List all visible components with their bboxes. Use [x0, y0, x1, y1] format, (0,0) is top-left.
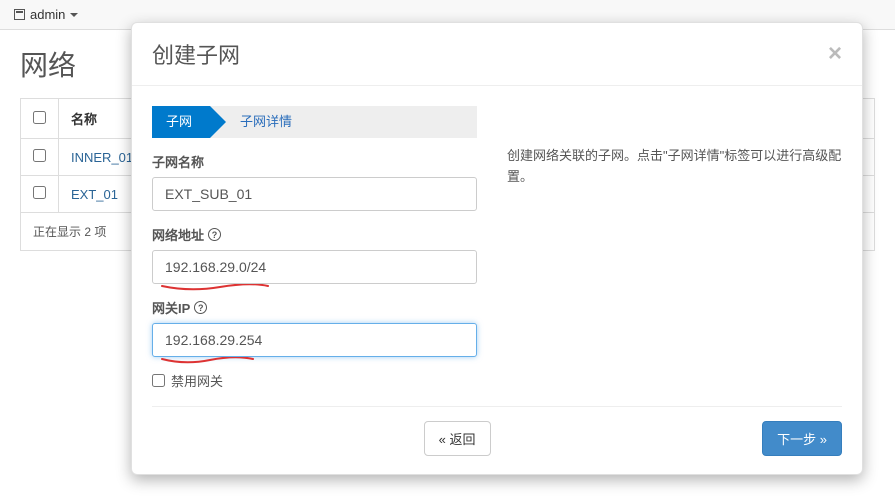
help-icon[interactable]: ? [208, 228, 221, 241]
create-subnet-modal: 创建子网 × 子网 子网详情 子网名称 网络地址 ? [131, 22, 863, 475]
disable-gateway-label[interactable]: 禁用网关 [171, 371, 223, 390]
close-icon[interactable]: × [828, 42, 842, 66]
label-text: 子网名称 [152, 152, 204, 171]
subnet-name-group: 子网名称 [152, 152, 477, 211]
back-button[interactable]: « 返回 [424, 421, 491, 456]
cidr-label: 网络地址 ? [152, 225, 477, 244]
label-text: 网络地址 [152, 225, 204, 244]
gateway-label: 网关IP ? [152, 298, 477, 317]
project-name: admin [30, 7, 65, 22]
gateway-group: 网关IP ? [152, 298, 477, 357]
cidr-group: 网络地址 ? [152, 225, 477, 284]
help-column: 创建网络关联的子网。点击"子网详情"标签可以进行高级配置。 [507, 106, 842, 390]
help-icon[interactable]: ? [194, 301, 207, 314]
label-text: 网关IP [152, 298, 190, 317]
gateway-input[interactable] [152, 323, 477, 357]
project-selector[interactable]: admin [14, 7, 78, 22]
next-button[interactable]: 下一步 » [762, 421, 842, 456]
modal-body: 子网 子网详情 子网名称 网络地址 ? [132, 86, 862, 400]
select-all-checkbox[interactable] [33, 111, 46, 124]
cidr-input[interactable] [152, 250, 477, 284]
modal-header: 创建子网 × [132, 23, 862, 86]
form-column: 子网 子网详情 子网名称 网络地址 ? [152, 106, 477, 390]
caret-down-icon [70, 13, 78, 17]
modal-title: 创建子网 [152, 38, 240, 70]
subnet-name-input[interactable] [152, 177, 477, 211]
row-checkbox[interactable] [33, 149, 46, 162]
project-icon [14, 9, 25, 20]
network-link[interactable]: EXT_01 [71, 187, 118, 202]
network-link[interactable]: INNER_01 [71, 150, 133, 165]
select-all-cell [21, 99, 59, 139]
wizard-steps: 子网 子网详情 [152, 106, 477, 138]
disable-gateway-row: 禁用网关 [152, 371, 477, 390]
help-text: 创建网络关联的子网。点击"子网详情"标签可以进行高级配置。 [507, 146, 842, 188]
tab-subnet[interactable]: 子网 [152, 106, 210, 138]
disable-gateway-checkbox[interactable] [152, 374, 165, 387]
subnet-name-label: 子网名称 [152, 152, 477, 171]
modal-footer: « 返回 下一步 » [132, 407, 862, 474]
row-checkbox[interactable] [33, 186, 46, 199]
